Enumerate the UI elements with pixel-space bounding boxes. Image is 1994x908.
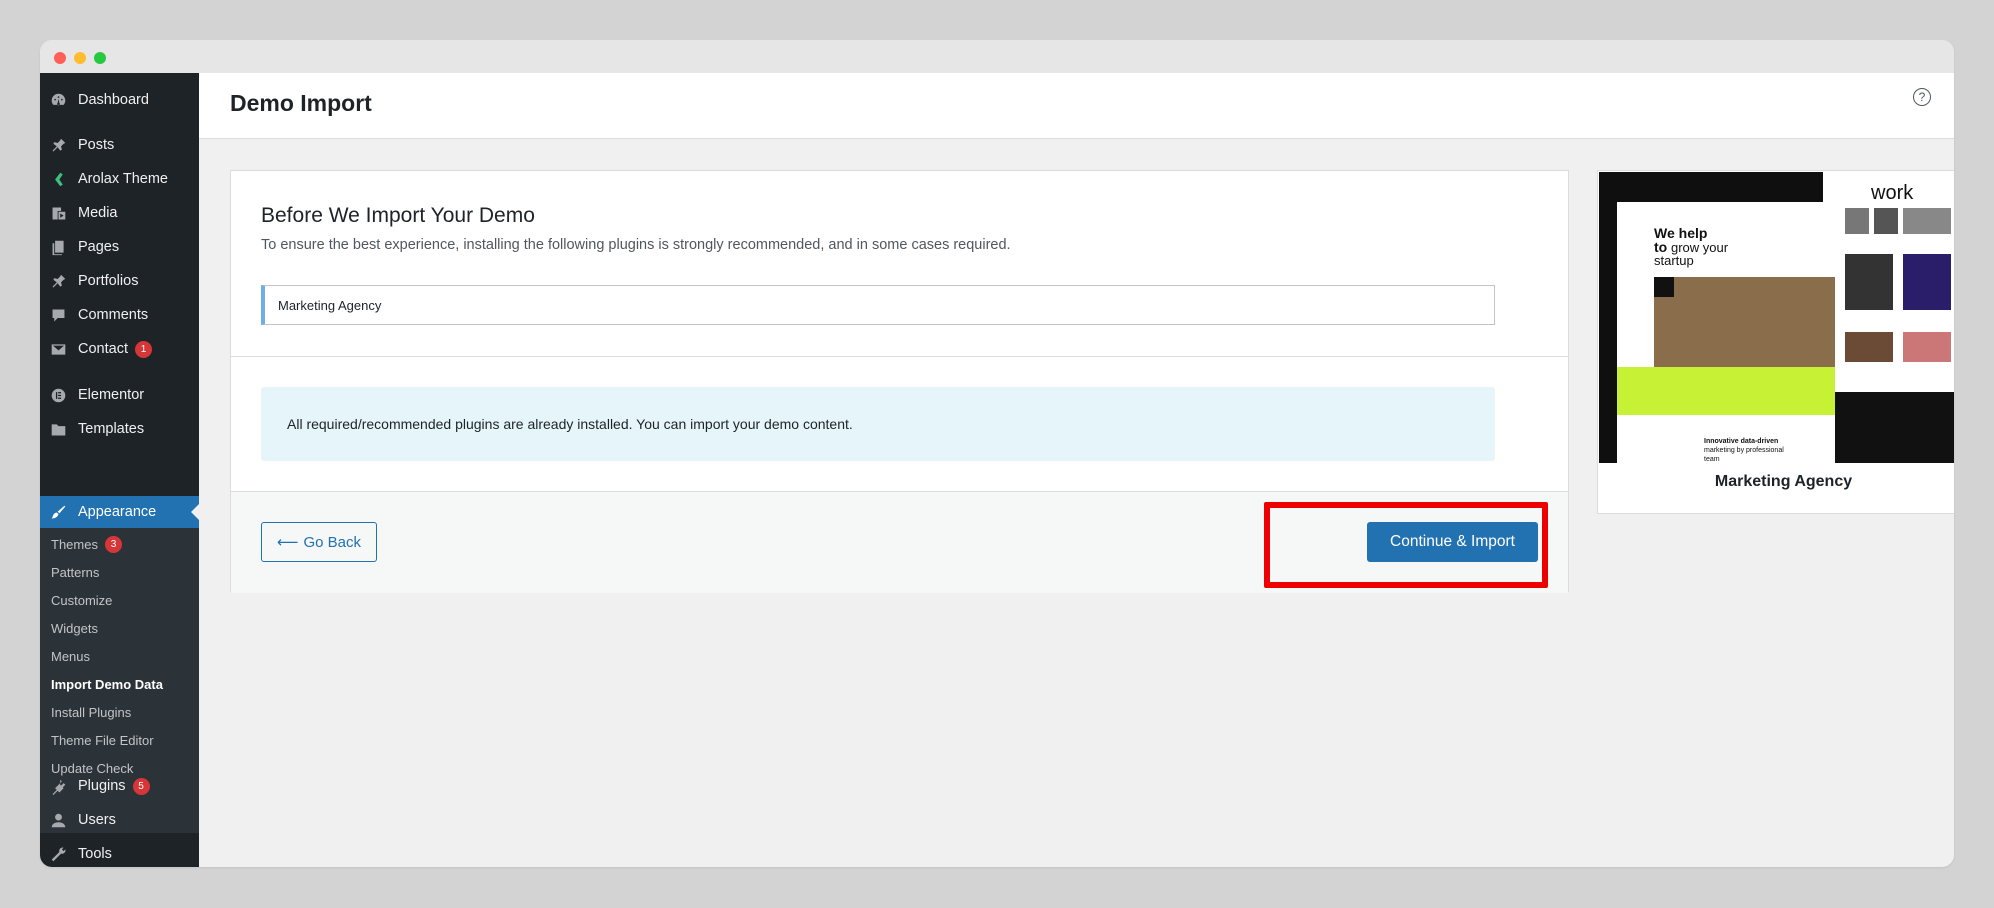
submenu-item-label: Patterns [51,564,100,580]
sidebar-item-label: Pages [78,239,120,255]
sidebar-item-plugins[interactable]: Plugins 5 [40,770,199,802]
go-back-label: Go Back [303,533,362,551]
submenu-item-menus[interactable]: Menus [51,646,90,666]
sidebar-item-label: Dashboard [78,92,149,108]
divider [231,356,1568,357]
submenu-item-label: Customize [51,592,113,608]
user-icon [48,812,68,829]
go-back-button[interactable]: ⟵ Go Back [261,522,377,562]
plugins-notice: All required/recommended plugins are alr… [261,387,1495,461]
submenu-item-label: Install Plugins [51,704,132,720]
submenu-item-install-plugins[interactable]: Install Plugins [51,702,131,722]
thumb-startup-text: startup [1654,253,1694,268]
sidebar-item-pages[interactable]: Pages [40,231,199,263]
arrow-left-icon: ⟵ [276,534,299,551]
submenu-item-label: Import Demo Data [51,676,163,692]
selected-demo-name: Marketing Agency [261,285,1495,325]
brush-icon [48,504,68,521]
demo-preview-card[interactable]: work We help to grow your startup Innova… [1597,170,1954,514]
submenu-item-patterns[interactable]: Patterns [51,562,99,582]
dashboard-icon [48,92,68,109]
sidebar-item-appearance[interactable]: Appearance [40,496,199,528]
page-title: Demo Import [230,90,372,116]
thumb-innovative-text: Innovative data-driven [1704,438,1778,445]
sidebar-item-posts[interactable]: Posts [40,129,199,161]
sidebar-item-contact[interactable]: Contact 1 [40,333,199,365]
sidebar-item-elementor[interactable]: Elementor [40,379,199,411]
comment-icon [48,307,68,324]
sidebar-item-label: Comments [78,307,149,323]
sidebar-item-arolax-theme[interactable]: Arolax Theme [40,163,199,195]
submenu-item-widgets[interactable]: Widgets [51,618,98,638]
submenu-item-theme-file-editor[interactable]: Theme File Editor [51,730,154,750]
notification-badge: 5 [132,777,150,795]
zoom-window-button[interactable] [94,52,106,64]
elementor-icon [48,387,68,404]
sidebar-item-label: Posts [78,137,115,153]
media-icon [48,205,68,222]
preview-caption: Marketing Agency [1714,473,1853,490]
pin-icon [48,273,68,290]
submenu-item-label: Theme File Editor [51,732,154,748]
demo-thumbnail: work We help to grow your startup Innova… [1599,172,1954,463]
sidebar-item-comments[interactable]: Comments [40,299,199,331]
mail-icon [48,341,68,358]
pages-icon [48,239,68,256]
theme-leaf-icon [48,171,68,188]
card-heading: Before We Import Your Demo [261,204,535,227]
page-header: Demo Import ? [199,73,1954,139]
sidebar-item-media[interactable]: Media [40,197,199,229]
card-description: To ensure the best experience, installin… [261,237,1011,253]
sidebar-item-users[interactable]: Users [40,804,199,836]
notification-badge: 3 [104,535,122,553]
sidebar-item-dashboard[interactable]: Dashboard [40,84,199,116]
submenu-item-import-demo-data[interactable]: Import Demo Data [51,674,163,694]
sidebar-item-label: Templates [78,421,145,437]
question-icon[interactable]: ? [1913,88,1931,106]
sidebar-item-label: Plugins [78,778,126,794]
thumb-marketing-text: marketing by professional [1704,447,1784,454]
highlight-annotation [1264,502,1548,588]
submenu-item-themes[interactable]: Themes 3 [51,534,122,554]
sidebar-item-label: Appearance [78,504,157,520]
sidebar-item-tools[interactable]: Tools [40,838,199,867]
sidebar-item-label: Users [78,812,116,828]
sidebar-item-label: Media [78,205,118,221]
sidebar-item-label: Arolax Theme [78,171,168,187]
active-indicator [191,504,199,520]
thumb-team-text: team [1704,456,1720,463]
sidebar-item-label: Portfolios [78,273,139,289]
sidebar-item-label: Elementor [78,387,145,403]
browser-window: Dashboard Posts Arolax Theme Media Pages [40,40,1954,867]
minimize-window-button[interactable] [74,52,86,64]
thumb-work-text: work [1870,182,1914,204]
sidebar-item-portfolios[interactable]: Portfolios [40,265,199,297]
submenu-item-label: Widgets [51,620,98,636]
pin-icon [48,137,68,154]
folder-icon [48,421,68,438]
plugin-icon [48,778,68,795]
sidebar-item-templates[interactable]: Templates [40,413,199,445]
close-window-button[interactable] [54,52,66,64]
submenu-item-label: Menus [51,648,91,664]
sidebar-item-label: Contact [78,341,128,357]
sidebar-item-label: Tools [78,846,112,862]
notification-badge: 1 [134,340,152,358]
submenu-item-customize[interactable]: Customize [51,590,112,610]
wrench-icon [48,846,68,863]
window-titlebar [40,40,1954,73]
admin-sidebar: Dashboard Posts Arolax Theme Media Pages [40,73,199,867]
submenu-item-label: Themes [51,536,98,552]
